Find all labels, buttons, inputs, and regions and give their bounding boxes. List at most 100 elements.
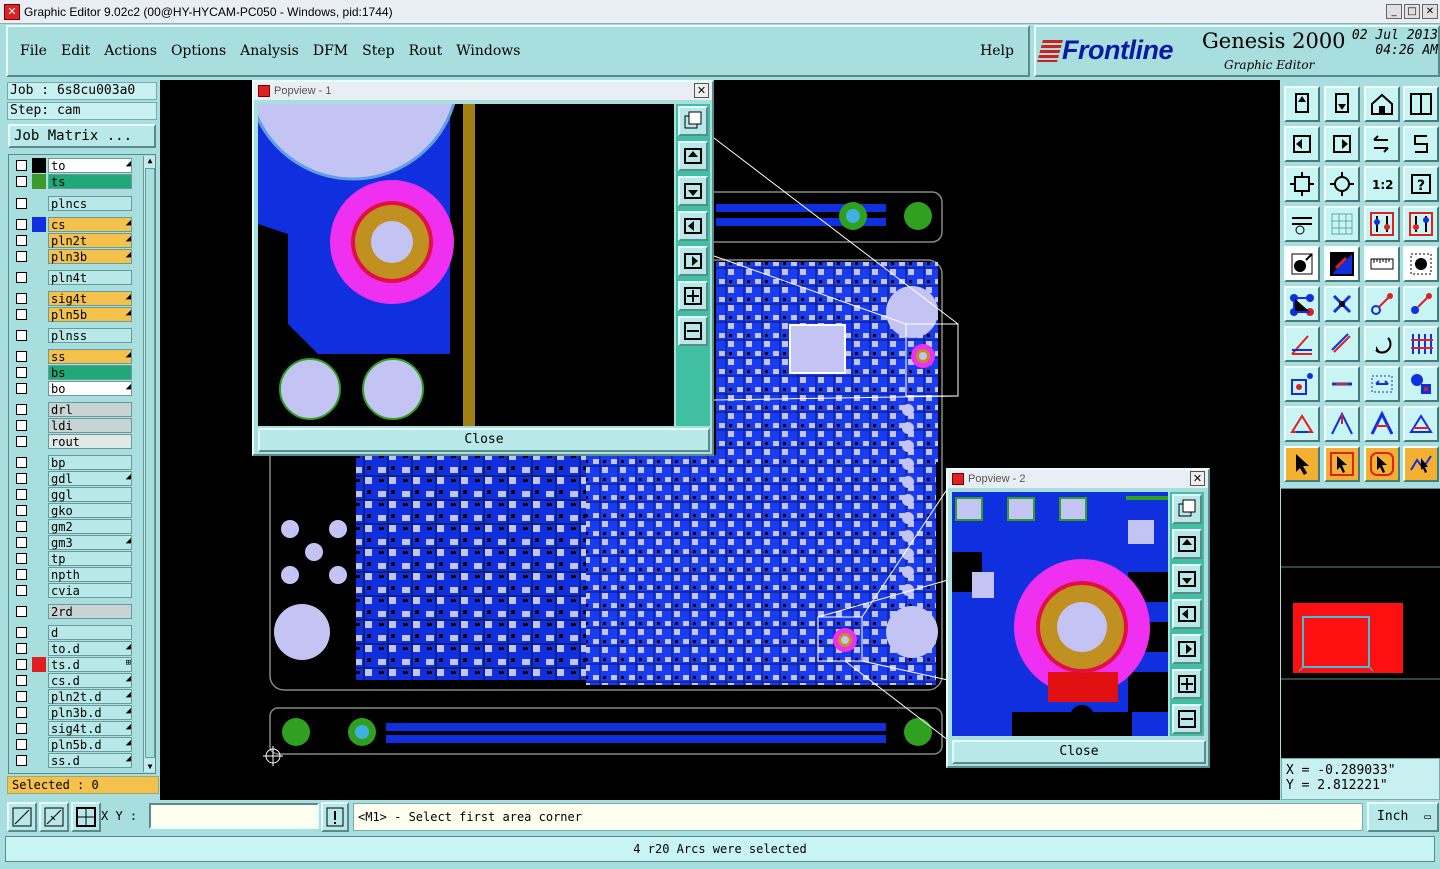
select-net-icon[interactable] [1403, 446, 1439, 482]
layer-name[interactable]: ldi [48, 418, 132, 433]
layer-name[interactable]: plncs [48, 196, 132, 211]
layer-checkbox[interactable] [16, 739, 27, 750]
zoom-center-icon[interactable] [1324, 166, 1360, 202]
xy-input[interactable] [149, 803, 319, 829]
cross-icon[interactable] [1324, 286, 1360, 322]
layer-row[interactable]: pln3b.d ◢ [11, 705, 135, 720]
popview-1-pan-left[interactable] [678, 211, 708, 241]
fence-icon[interactable] [1403, 326, 1439, 362]
layer-row[interactable]: ldi [11, 418, 135, 433]
layer-color-swatch[interactable] [32, 217, 46, 232]
close-window-button[interactable]: ✕ [1422, 4, 1438, 19]
layer-checkbox[interactable] [16, 606, 27, 617]
layer-checkbox[interactable] [16, 643, 27, 654]
popview-1-zoom-in[interactable] [678, 281, 708, 311]
layer-row[interactable]: rout [11, 434, 135, 449]
popview-2-canvas[interactable] [952, 492, 1168, 736]
layer-checkbox[interactable] [16, 176, 27, 187]
layer-name[interactable]: cvia [48, 583, 132, 598]
layer-name[interactable]: pln3b [48, 249, 132, 264]
layer-row[interactable]: cs ◢ [11, 217, 135, 232]
menu-rout[interactable]: Rout [409, 43, 443, 59]
layer-checkbox[interactable] [16, 330, 27, 341]
layer-row[interactable]: pln3b ◢ [11, 249, 135, 264]
color-icon[interactable] [1324, 246, 1360, 282]
layer-row[interactable]: bp [11, 455, 135, 470]
help-icon[interactable]: ? [1403, 166, 1439, 202]
popview-1-close-button[interactable]: Close [258, 428, 710, 452]
grid-view-icon[interactable] [1324, 206, 1360, 242]
menu-help[interactable]: Help [980, 43, 1014, 59]
scroll-thumb[interactable] [145, 168, 155, 758]
layer-name[interactable]: pln5b [48, 307, 132, 322]
menu-dfm[interactable]: DFM [313, 43, 348, 59]
split-view-icon[interactable] [1403, 86, 1439, 122]
layer-name[interactable]: pln2t.d [48, 689, 132, 704]
house-icon[interactable] [1364, 86, 1400, 122]
s-curve-icon[interactable] [1403, 126, 1439, 162]
menu-step[interactable]: Step [362, 43, 394, 59]
select-area-icon[interactable] [1324, 446, 1360, 482]
layer-checkbox[interactable] [16, 755, 27, 766]
layer-checkbox[interactable] [16, 457, 27, 468]
popview-2-tool-1[interactable] [1172, 494, 1202, 524]
layer-checkbox[interactable] [16, 420, 27, 431]
layer-row[interactable]: gdl ◢ [11, 471, 135, 486]
layer-checkbox[interactable] [16, 659, 27, 670]
layer-checkbox[interactable] [16, 473, 27, 484]
home-up-icon[interactable] [1284, 86, 1320, 122]
layer-row[interactable]: cvia [11, 583, 135, 598]
connect-icon[interactable] [1284, 286, 1320, 322]
layer-row[interactable]: npth [11, 567, 135, 582]
layer-checkbox[interactable] [16, 537, 27, 548]
layer-row[interactable]: plncs [11, 196, 135, 211]
layer-row[interactable]: gko [11, 503, 135, 518]
layer-checkbox[interactable] [16, 707, 27, 718]
triangle4-icon[interactable] [1403, 406, 1439, 442]
popview-1-pan-right[interactable] [678, 246, 708, 276]
layer-row[interactable]: ss ◢ [11, 349, 135, 364]
layer-checkbox[interactable] [16, 198, 27, 209]
layer-name[interactable]: gko [48, 503, 132, 518]
add-pad-icon[interactable] [1284, 246, 1320, 282]
layer-checkbox[interactable] [16, 367, 27, 378]
layer-name[interactable]: d [48, 625, 132, 640]
layer-row[interactable]: plnss [11, 328, 135, 343]
layer-checkbox[interactable] [16, 160, 27, 171]
triangle2-icon[interactable] [1324, 406, 1360, 442]
layer-name[interactable]: pln2t [48, 233, 132, 248]
layer-name[interactable]: cs [48, 217, 132, 232]
layer-name[interactable]: bp [48, 455, 132, 470]
layers-red2-icon[interactable] [1403, 206, 1439, 242]
info-icon[interactable] [321, 802, 349, 832]
layer-row[interactable]: gm3 ◢ [11, 535, 135, 550]
minimize-button[interactable]: _ [1386, 4, 1402, 19]
layer-row[interactable]: pln5b ◢ [11, 307, 135, 322]
popview-2-pan-down[interactable] [1172, 564, 1202, 594]
popview-1-pan-down[interactable] [678, 176, 708, 206]
layer-row[interactable]: d [11, 625, 135, 640]
layer-row[interactable]: 2rd [11, 604, 135, 619]
popview-2-pan-left[interactable] [1172, 599, 1202, 629]
layer-name[interactable]: to [48, 158, 132, 173]
layer-name[interactable]: npth [48, 567, 132, 582]
zoom-fit-icon[interactable] [1284, 166, 1320, 202]
layer-color-swatch[interactable] [32, 158, 46, 173]
menu-analysis[interactable]: Analysis [240, 43, 299, 59]
layer-name[interactable]: drl [48, 402, 132, 417]
shapes-icon[interactable] [1403, 366, 1439, 402]
move-icon[interactable] [1364, 286, 1400, 322]
layer-name[interactable]: sig4t [48, 291, 132, 306]
layer-checkbox[interactable] [16, 309, 27, 320]
layer-color-swatch[interactable] [32, 657, 46, 672]
layer-checkbox[interactable] [16, 521, 27, 532]
layer-name[interactable]: pln3b.d [48, 705, 132, 720]
select-poly-icon[interactable] [1364, 446, 1400, 482]
layer-name[interactable]: plnss [48, 328, 132, 343]
menu-windows[interactable]: Windows [456, 43, 520, 59]
popview-1-close-x[interactable]: ✕ [694, 83, 709, 98]
layer-checkbox[interactable] [16, 383, 27, 394]
layer-name[interactable]: cs.d [48, 673, 132, 688]
swap-icon[interactable] [1364, 126, 1400, 162]
layer-name[interactable]: ggl [48, 487, 132, 502]
